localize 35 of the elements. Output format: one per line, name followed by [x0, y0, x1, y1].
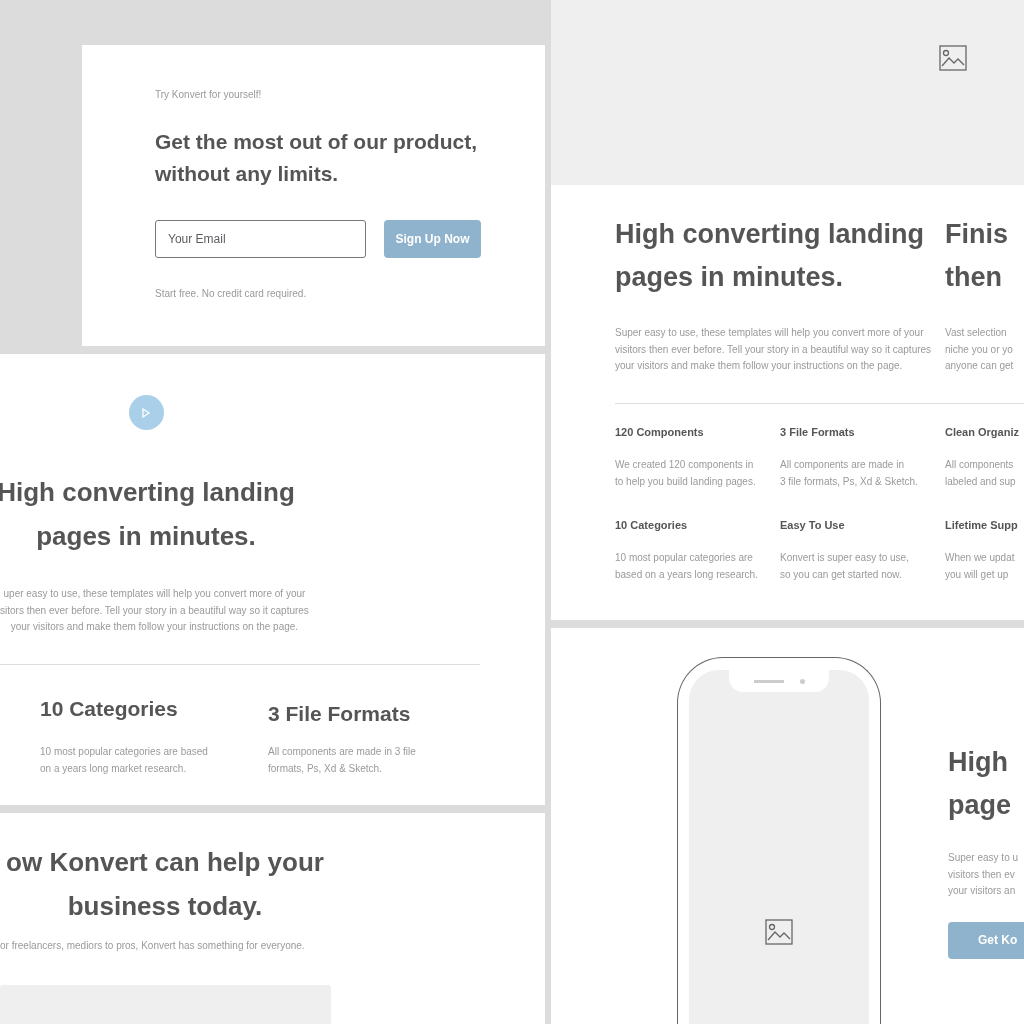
- body-text: Super easy to use, these templates will help you convert more of your visitors then ever before. Tell your story in a beautiful way so it captures your visitors and make them follow your instructions on the page.: [615, 326, 932, 373]
- feature-text: When we updat you will get up: [945, 551, 1015, 582]
- feature-title: 10 Categories: [615, 517, 688, 533]
- subtitle-text: or freelancers, mediors to pros, Konvert has something for everyone.: [0, 939, 305, 953]
- sign-up-button[interactable]: Sign Up Now: [384, 219, 481, 258]
- headline: High page: [948, 746, 1012, 822]
- feature-title: 10 Categories: [40, 695, 178, 722]
- play-button[interactable]: [128, 395, 164, 430]
- feature-title: Easy To Use: [780, 517, 845, 533]
- feature-title: 3 File Formats: [780, 424, 855, 440]
- body-text: uper easy to use, these templates will help you convert more of your sitors then ever before. Tell your story in a beautiful way so it captures your visitors and make them follow your instructions on the page.: [0, 587, 309, 634]
- feature-text: 10 most popular categories are based on a years long market research.: [40, 745, 208, 776]
- feature-title: 3 File Formats: [268, 700, 411, 727]
- feature-text: 10 most popular categories are based on a years long research.: [615, 551, 758, 582]
- body-text: Vast selection niche you or yo anyone can get: [945, 326, 1014, 373]
- headline: Get the most out of our product, without any limits.: [155, 128, 477, 187]
- feature-text: All components are made in 3 file formats, Ps, Xd & Sketch.: [268, 745, 416, 776]
- feature-title: Lifetime Supp: [945, 517, 1018, 533]
- eyebrow-text: Try Konvert for yourself!: [155, 88, 262, 102]
- feature-text: We created 120 components in to help you build landing pages.: [615, 458, 756, 489]
- feature-title: Clean Organiz: [945, 424, 1019, 440]
- note-text: Start free. No credit card required.: [155, 286, 307, 301]
- body-text: Super easy to u visitors then ev your visitors an: [948, 851, 1019, 898]
- feature-title: 120 Components: [615, 424, 704, 440]
- feature-text: All components labeled and sup: [945, 458, 1016, 489]
- headline: ow Konvert can help your business today.: [6, 846, 324, 923]
- email-field[interactable]: Your Email: [155, 219, 366, 258]
- image-icon: [765, 918, 793, 946]
- get-started-button[interactable]: Get Ko: [948, 921, 1024, 959]
- image-icon: [938, 44, 967, 72]
- headline: Finis then: [945, 218, 1008, 294]
- play-icon: [141, 407, 151, 418]
- feature-text: All components are made in 3 file formats, Ps, Xd & Sketch.: [780, 458, 918, 489]
- feature-text: Konvert is super easy to use, so you can get started now.: [780, 551, 909, 582]
- headline: High converting landing pages in minutes.: [615, 218, 924, 294]
